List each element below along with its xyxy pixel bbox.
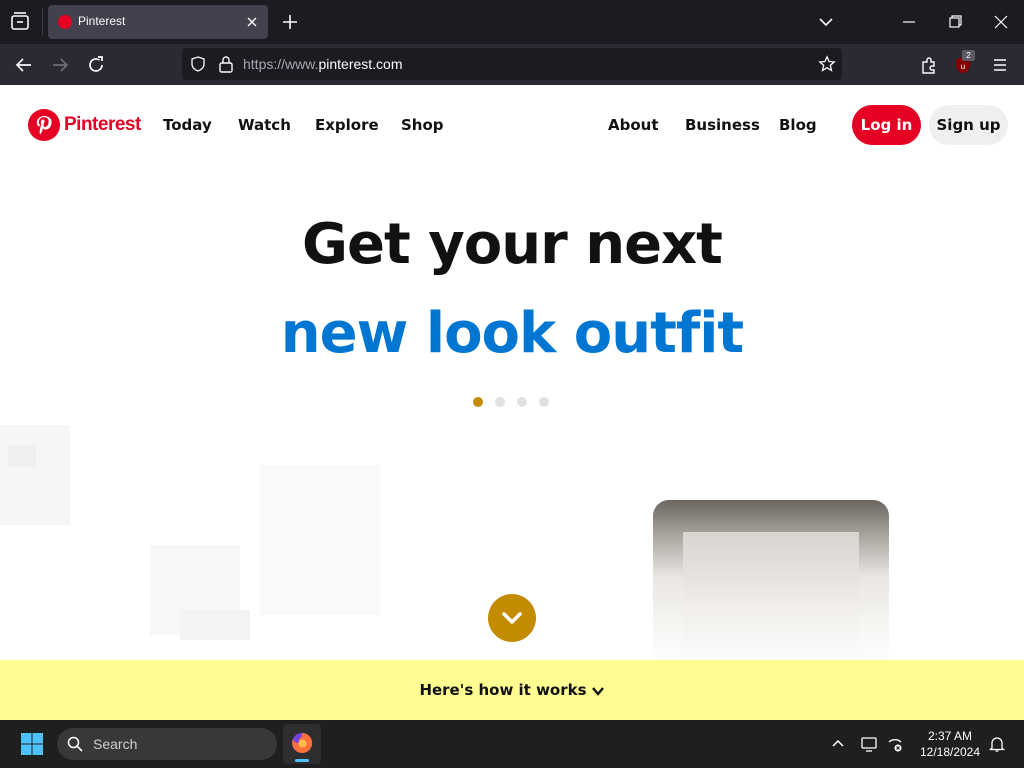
windows-taskbar: Search 2:37 AM 12/18/2024 [0, 720, 1024, 768]
new-tab-plus-icon[interactable] [280, 12, 300, 32]
nav-blog[interactable]: Blog [779, 116, 817, 134]
nav-shop[interactable]: Shop [401, 116, 444, 134]
url-text[interactable]: https://www.pinterest.com [243, 56, 403, 72]
taskbar-search-box[interactable]: Search [57, 728, 277, 760]
nav-today[interactable]: Today [163, 116, 212, 134]
window-close-icon[interactable] [990, 12, 1012, 32]
active-app-indicator [295, 759, 309, 762]
tab-title: Pinterest [78, 14, 126, 28]
nav-business[interactable]: Business [685, 116, 760, 134]
display-icon[interactable] [860, 735, 878, 753]
how-it-works-text: Here's how it works [419, 681, 587, 699]
tab-list-icon[interactable] [8, 10, 32, 34]
clock-time: 2:37 AM [927, 729, 973, 743]
reload-icon[interactable] [85, 54, 107, 76]
taskbar-firefox-button[interactable] [283, 724, 321, 764]
carousel-dot-4[interactable] [539, 397, 549, 407]
nav-explore[interactable]: Explore [315, 116, 379, 134]
bookmark-star-icon[interactable] [818, 55, 836, 73]
chevron-down-icon [591, 686, 604, 696]
faded-pin-images [0, 425, 400, 645]
url-prefix: https://www. [243, 56, 319, 72]
carousel-dot-2[interactable] [495, 397, 505, 407]
taskbar-clock[interactable]: 2:37 AM 12/18/2024 [912, 728, 988, 760]
pinterest-logo-icon [28, 109, 60, 141]
signup-button[interactable]: Sign up [929, 105, 1008, 145]
how-it-works-label[interactable]: Here's how it works [419, 681, 604, 699]
tab-separator [42, 8, 43, 36]
notification-bell-icon[interactable] [988, 735, 1006, 753]
taskbar-search-placeholder: Search [93, 736, 138, 752]
window-minimize-icon[interactable] [898, 12, 920, 32]
pinterest-logo[interactable]: Pinterest [28, 109, 141, 141]
tab-close-icon[interactable] [244, 14, 260, 30]
browser-nav-bar: https://www.pinterest.com u 2 [0, 44, 1024, 85]
svg-text:u: u [961, 62, 965, 71]
tab-overflow-chevron-icon[interactable] [816, 12, 836, 32]
address-bar[interactable]: https://www.pinterest.com [182, 48, 842, 80]
carousel-dots [473, 397, 549, 407]
network-disconnected-icon[interactable] [886, 735, 904, 753]
pin-image-interior [683, 532, 859, 670]
hero-headline: Get your next [302, 212, 723, 277]
how-it-works-banner[interactable]: Here's how it works [0, 660, 1024, 720]
windows-start-icon[interactable] [20, 732, 44, 756]
carousel-dot-1[interactable] [473, 397, 483, 407]
back-arrow-icon[interactable] [13, 54, 35, 76]
url-domain: pinterest.com [318, 56, 403, 72]
nav-about[interactable]: About [608, 116, 659, 134]
pin-image-card[interactable] [653, 500, 889, 670]
logo-wordmark: Pinterest [64, 114, 141, 135]
forward-arrow-icon[interactable] [49, 54, 71, 76]
extension-badge: 2 [962, 50, 975, 61]
clock-date: 12/18/2024 [919, 745, 981, 759]
chevron-up-icon[interactable] [829, 735, 847, 753]
hero-rotating-phrase: new look outfit [280, 301, 744, 366]
chevron-down-icon [502, 612, 522, 624]
firefox-icon [292, 732, 313, 753]
hamburger-menu-icon[interactable] [989, 54, 1011, 76]
carousel-dot-3[interactable] [517, 397, 527, 407]
pinterest-page: Pinterest Today Watch Explore Shop About… [0, 85, 1024, 720]
login-button[interactable]: Log in [852, 105, 921, 145]
pinterest-favicon-icon [58, 15, 72, 29]
tracking-shield-icon[interactable] [190, 56, 206, 72]
scroll-down-button[interactable] [488, 594, 536, 642]
browser-tab-bar: Pinterest [0, 0, 1024, 44]
tab-pinterest[interactable]: Pinterest [48, 5, 268, 39]
lock-icon[interactable] [218, 55, 234, 73]
search-icon [67, 736, 83, 752]
extensions-puzzle-icon[interactable] [918, 54, 940, 76]
nav-watch[interactable]: Watch [238, 116, 291, 134]
window-restore-icon[interactable] [944, 12, 966, 32]
